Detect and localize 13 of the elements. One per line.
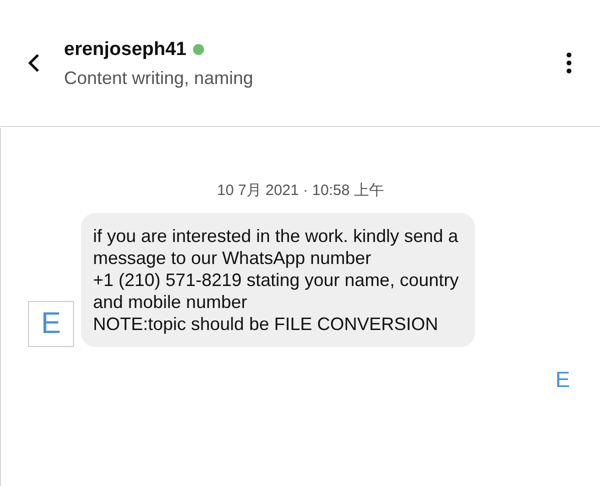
message-line: +1 (210) 571-8219 stating your name, country <box>93 268 459 290</box>
subtitle: Content writing, naming <box>64 68 254 86</box>
more-options-icon <box>566 52 572 74</box>
more-options-button[interactable] <box>564 51 574 75</box>
message-line: and mobile number <box>93 290 248 312</box>
username: erenjoseph41 <box>64 40 186 58</box>
back-icon <box>28 53 40 73</box>
message-timestamp: 10 7月 2021 · 10:58 上午 <box>217 181 384 201</box>
message-line: NOTE:topic should be FILE CONVERSION <box>93 312 440 334</box>
message-line: message to our WhatsApp number <box>93 246 372 268</box>
avatar: E <box>28 300 74 346</box>
message-line: if you are interested in the work. kindly send a <box>93 224 459 246</box>
avatar: E <box>555 368 570 390</box>
